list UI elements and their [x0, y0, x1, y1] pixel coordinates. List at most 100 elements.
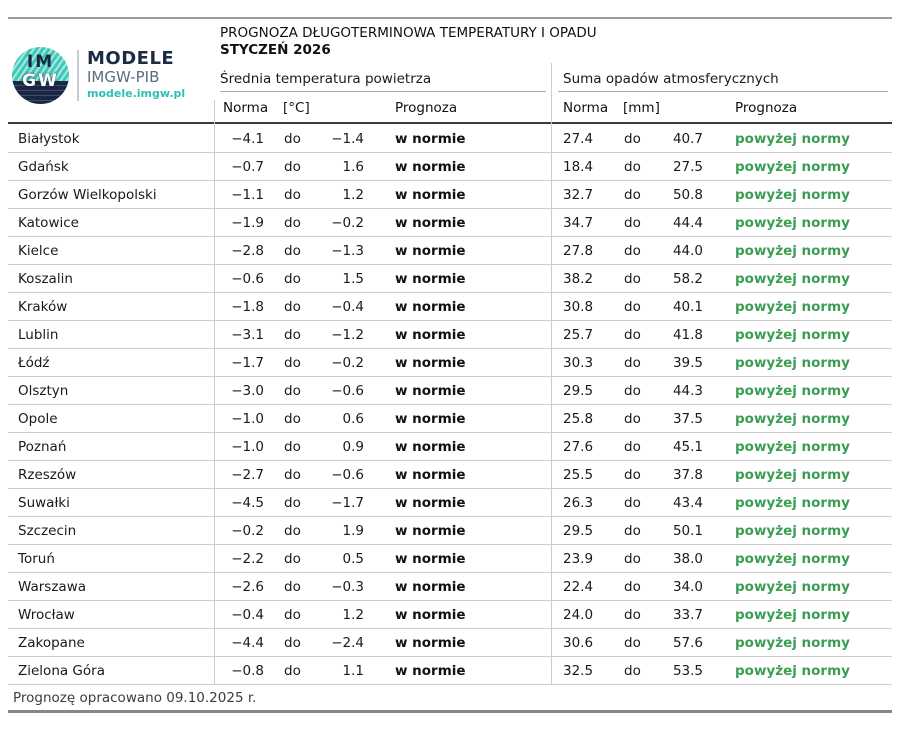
city-label: Opole: [8, 411, 214, 427]
precip-forecast-value: powyżej normy: [706, 131, 892, 147]
logo-brand: MODELE: [87, 48, 174, 69]
precip-norm-min: 27.8: [551, 243, 611, 259]
temp-norm-min: −1.9: [214, 215, 267, 231]
temp-prognoza-header: Prognoza: [395, 100, 457, 116]
precip-norm-max: 40.1: [665, 299, 706, 315]
temp-norm-max: −0.6: [320, 383, 367, 399]
temp-norm-min: −3.0: [214, 383, 267, 399]
precip-forecast-value: powyżej normy: [706, 607, 892, 623]
logo-monogram-bottom: GW: [12, 71, 69, 91]
city-label: Warszawa: [8, 579, 214, 595]
table-row: Gdańsk −0.7 do 1.6 w normie 18.4 do 27.5…: [8, 153, 892, 181]
precip-forecast-value: powyżej normy: [706, 187, 892, 203]
precip-forecast-value: powyżej normy: [706, 411, 892, 427]
temp-norm-min: −2.8: [214, 243, 267, 259]
forecast-table-body: Białystok −4.1 do −1.4 w normie 27.4 do …: [8, 125, 892, 685]
city-label: Białystok: [8, 131, 214, 147]
table-row: Katowice −1.9 do −0.2 w normie 34.7 do 4…: [8, 209, 892, 237]
temp-forecast-value: w normie: [367, 439, 551, 455]
temp-norm-max: 0.9: [320, 439, 367, 455]
temp-forecast-value: w normie: [367, 187, 551, 203]
precip-norm-max: 53.5: [665, 663, 706, 679]
precip-norm-max: 44.3: [665, 383, 706, 399]
precip-norm-min: 32.7: [551, 187, 611, 203]
temp-group-underline: [220, 91, 546, 92]
temp-norm-min: −0.2: [214, 523, 267, 539]
precip-range-word: do: [611, 215, 665, 231]
temp-forecast-value: w normie: [367, 635, 551, 651]
precip-norm-min: 24.0: [551, 607, 611, 623]
bottom-rule: [8, 710, 892, 713]
city-label: Rzeszów: [8, 467, 214, 483]
temp-norm-min: −4.4: [214, 635, 267, 651]
city-label: Lublin: [8, 327, 214, 343]
precip-forecast-value: powyżej normy: [706, 523, 892, 539]
city-label: Zielona Góra: [8, 663, 214, 679]
temp-norm-min: −0.7: [214, 159, 267, 175]
temp-norm-max: −0.2: [320, 215, 367, 231]
precip-norm-min: 27.4: [551, 131, 611, 147]
precip-norm-max: 40.7: [665, 131, 706, 147]
precip-norm-min: 27.6: [551, 439, 611, 455]
temp-norm-min: −1.8: [214, 299, 267, 315]
precip-norm-max: 43.4: [665, 495, 706, 511]
precip-norm-max: 58.2: [665, 271, 706, 287]
precip-norm-min: 34.7: [551, 215, 611, 231]
temp-range-word: do: [267, 579, 320, 595]
precip-range-word: do: [611, 663, 665, 679]
temp-group-header: Średnia temperatura powietrza: [220, 71, 431, 87]
table-row: Białystok −4.1 do −1.4 w normie 27.4 do …: [8, 125, 892, 153]
temp-norm-max: 1.2: [320, 187, 367, 203]
temp-norm-min: −1.7: [214, 355, 267, 371]
temp-range-word: do: [267, 551, 320, 567]
temp-forecast-value: w normie: [367, 663, 551, 679]
city-label: Gorzów Wielkopolski: [8, 187, 214, 203]
temp-norm-min: −0.8: [214, 663, 267, 679]
temp-norm-max: 1.6: [320, 159, 367, 175]
temp-norm-min: −1.0: [214, 411, 267, 427]
precip-norm-max: 45.1: [665, 439, 706, 455]
precip-norm-max: 33.7: [665, 607, 706, 623]
precip-norm-max: 37.8: [665, 467, 706, 483]
temp-range-word: do: [267, 383, 320, 399]
temp-forecast-value: w normie: [367, 411, 551, 427]
temp-norm-max: −1.2: [320, 327, 367, 343]
city-label: Łódź: [8, 355, 214, 371]
city-label: Wrocław: [8, 607, 214, 623]
table-row: Wrocław −0.4 do 1.2 w normie 24.0 do 33.…: [8, 601, 892, 629]
city-label: Toruń: [8, 551, 214, 567]
temp-range-word: do: [267, 159, 320, 175]
precip-range-word: do: [611, 327, 665, 343]
precip-norm-max: 50.1: [665, 523, 706, 539]
precip-norm-max: 37.5: [665, 411, 706, 427]
header-separator-rule: [8, 122, 892, 124]
temp-range-word: do: [267, 187, 320, 203]
precip-group-header: Suma opadów atmosferycznych: [563, 71, 779, 87]
logo-divider: [77, 50, 79, 101]
precip-norma-header: Norma: [563, 100, 608, 116]
precip-norm-max: 38.0: [665, 551, 706, 567]
temp-norm-min: −2.6: [214, 579, 267, 595]
city-label: Gdańsk: [8, 159, 214, 175]
table-row: Warszawa −2.6 do −0.3 w normie 22.4 do 3…: [8, 573, 892, 601]
temp-range-word: do: [267, 495, 320, 511]
precip-norm-max: 39.5: [665, 355, 706, 371]
temp-norm-min: −4.1: [214, 131, 267, 147]
top-rule: [8, 17, 892, 19]
table-row: Kielce −2.8 do −1.3 w normie 27.8 do 44.…: [8, 237, 892, 265]
precip-norm-min: 32.5: [551, 663, 611, 679]
city-label: Kielce: [8, 243, 214, 259]
precip-range-word: do: [611, 523, 665, 539]
temp-norm-max: 1.1: [320, 663, 367, 679]
temp-norm-max: −0.2: [320, 355, 367, 371]
precip-range-word: do: [611, 467, 665, 483]
temp-norm-max: −0.6: [320, 467, 367, 483]
precip-norm-max: 41.8: [665, 327, 706, 343]
temp-range-word: do: [267, 663, 320, 679]
city-label: Kraków: [8, 299, 214, 315]
temp-range-word: do: [267, 523, 320, 539]
precip-norm-min: 38.2: [551, 271, 611, 287]
temp-range-word: do: [267, 131, 320, 147]
precip-range-word: do: [611, 607, 665, 623]
table-row: Suwałki −4.5 do −1.7 w normie 26.3 do 43…: [8, 489, 892, 517]
